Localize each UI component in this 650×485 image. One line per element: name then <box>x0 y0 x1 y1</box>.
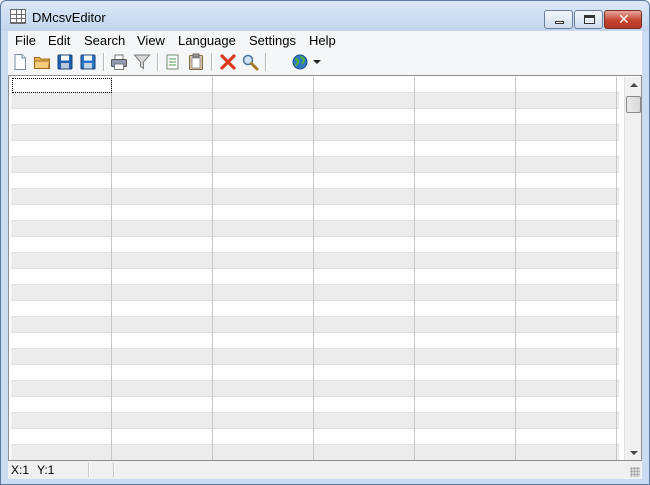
grid-column-line <box>515 77 516 460</box>
table-row[interactable] <box>11 237 619 253</box>
scroll-thumb[interactable] <box>626 96 641 113</box>
app-grid-icon <box>10 9 26 24</box>
table-row[interactable] <box>11 141 619 157</box>
dropdown-arrow-icon[interactable] <box>312 53 322 71</box>
minimize-button[interactable] <box>544 10 573 29</box>
table-row[interactable] <box>11 413 619 429</box>
menu-settings[interactable]: Settings <box>249 33 296 48</box>
table-row[interactable] <box>11 93 619 109</box>
table-row[interactable] <box>11 189 619 205</box>
close-button[interactable]: ✕ <box>604 10 642 29</box>
globe-icon[interactable] <box>291 53 309 71</box>
table-row[interactable] <box>11 301 619 317</box>
new-file-icon[interactable] <box>11 53 29 71</box>
title-bar[interactable]: DMcsvEditor ✕ <box>1 1 649 31</box>
maximize-icon <box>584 15 595 24</box>
selected-cell[interactable] <box>12 78 112 93</box>
status-y: Y:1 <box>37 463 55 477</box>
menu-file[interactable]: File <box>15 33 36 48</box>
close-icon: ✕ <box>618 12 630 28</box>
menu-help[interactable]: Help <box>309 33 336 48</box>
table-row[interactable] <box>11 429 619 445</box>
csv-grid[interactable] <box>8 75 642 461</box>
toolbar-separator <box>265 53 266 71</box>
menu-edit[interactable]: Edit <box>48 33 70 48</box>
toolbar <box>8 50 642 75</box>
table-row[interactable] <box>11 397 619 413</box>
scroll-down-icon[interactable] <box>625 444 641 460</box>
menu-bar: File Edit Search View Language Settings … <box>8 31 642 50</box>
status-bar: X:1 Y:1 <box>8 461 642 479</box>
vertical-scrollbar[interactable] <box>624 77 641 460</box>
table-row[interactable] <box>11 285 619 301</box>
table-row[interactable] <box>11 333 619 349</box>
window-title: DMcsvEditor <box>32 10 106 25</box>
filter-icon[interactable] <box>133 53 151 71</box>
table-row[interactable] <box>11 125 619 141</box>
table-row[interactable] <box>11 317 619 333</box>
table-row[interactable] <box>11 205 619 221</box>
toolbar-separator <box>157 53 158 71</box>
save-as-icon[interactable] <box>79 53 97 71</box>
table-row[interactable] <box>11 381 619 397</box>
client-area: File Edit Search View Language Settings … <box>8 31 642 479</box>
delete-icon[interactable] <box>219 53 237 71</box>
menu-language[interactable]: Language <box>178 33 236 48</box>
table-row[interactable] <box>11 445 619 460</box>
scroll-up-icon[interactable] <box>625 77 641 94</box>
table-row[interactable] <box>11 365 619 381</box>
status-separator <box>88 463 89 477</box>
toolbar-separator <box>103 53 104 71</box>
table-row[interactable] <box>11 253 619 269</box>
copy-icon[interactable] <box>164 53 182 71</box>
status-x: X:1 <box>11 463 30 477</box>
table-row[interactable] <box>11 109 619 125</box>
table-row[interactable] <box>11 269 619 285</box>
table-row[interactable] <box>11 349 619 365</box>
grid-column-line <box>111 77 112 460</box>
table-row[interactable] <box>11 157 619 173</box>
open-folder-icon[interactable] <box>33 53 51 71</box>
print-icon[interactable] <box>110 53 128 71</box>
search-icon[interactable] <box>241 53 259 71</box>
minimize-icon <box>555 21 564 24</box>
table-row[interactable] <box>11 221 619 237</box>
grid-column-line <box>616 77 617 460</box>
app-window: DMcsvEditor ✕ File Edit Search View Lang… <box>0 0 650 485</box>
resize-grip-icon[interactable] <box>630 467 640 477</box>
save-icon[interactable] <box>56 53 74 71</box>
grid-column-line <box>313 77 314 460</box>
paste-icon[interactable] <box>187 53 205 71</box>
toolbar-separator <box>211 53 212 71</box>
maximize-button[interactable] <box>574 10 603 29</box>
menu-view[interactable]: View <box>137 33 165 48</box>
table-row[interactable] <box>11 173 619 189</box>
grid-cells[interactable] <box>11 77 619 460</box>
grid-column-line <box>212 77 213 460</box>
menu-search[interactable]: Search <box>84 33 125 48</box>
grid-column-line <box>414 77 415 460</box>
status-separator <box>113 463 114 477</box>
